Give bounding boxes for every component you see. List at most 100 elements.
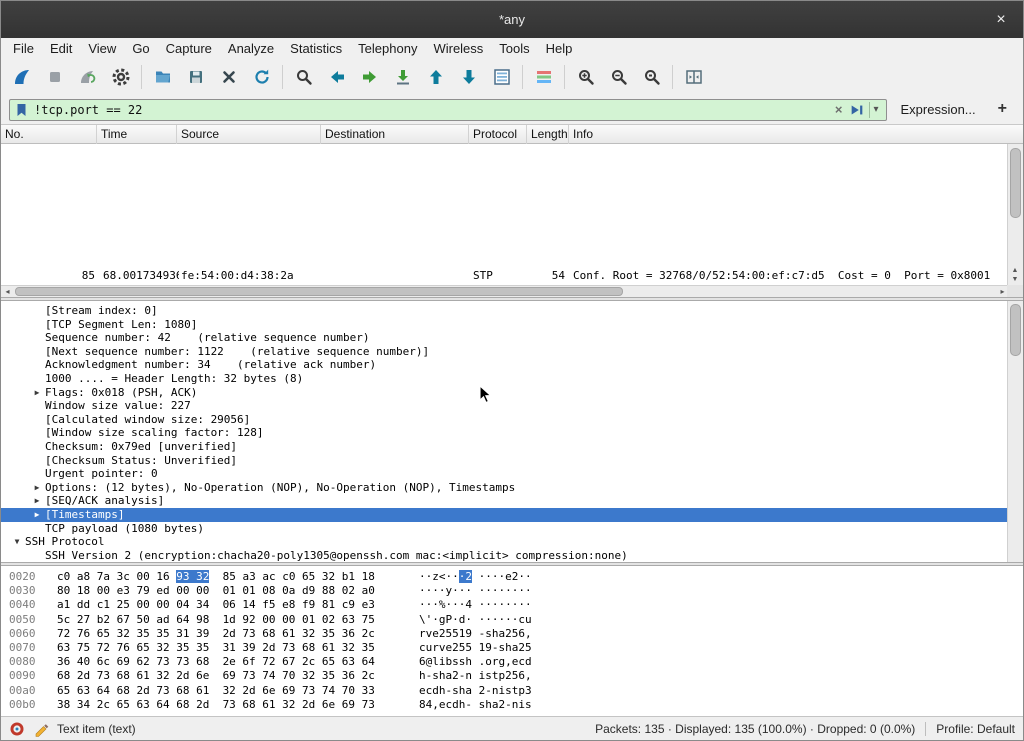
filter-history-icon[interactable]: ▾ <box>869 102 881 118</box>
capture-options-button[interactable] <box>104 62 137 92</box>
expression-button[interactable]: Expression... <box>895 102 982 117</box>
stop-capture-button[interactable] <box>38 62 71 92</box>
packet-list-horizontal-scrollbar[interactable]: ◂ ▸ <box>1 285 1009 297</box>
expand-icon[interactable]: ▶ <box>29 494 45 508</box>
detail-row[interactable]: [Checksum Status: Unverified] <box>1 454 1024 468</box>
find-packet-button[interactable] <box>287 62 320 92</box>
resize-columns-button[interactable] <box>677 62 710 92</box>
menu-statistics[interactable]: Statistics <box>282 38 350 59</box>
scroll-left-icon[interactable]: ◂ <box>1 286 14 297</box>
open-capture-file-button[interactable] <box>146 62 179 92</box>
colorize-icon <box>534 67 554 87</box>
hex-row[interactable]: 00a065 63 64 68 2d 73 68 61 32 2d 6e 69 … <box>9 684 1024 698</box>
detail-row[interactable]: TCP payload (1080 bytes) <box>1 522 1024 536</box>
filter-value[interactable]: !tcp.port == 22 <box>34 103 828 117</box>
hex-row[interactable]: 009068 2d 73 68 61 32 2d 6e 69 73 74 70 … <box>9 669 1024 683</box>
menu-capture[interactable]: Capture <box>158 38 220 59</box>
packet-list-vertical-scrollbar[interactable]: ▲▼ <box>1007 144 1023 285</box>
menu-analyze[interactable]: Analyze <box>220 38 282 59</box>
profile-button[interactable]: Profile: Default <box>936 722 1015 736</box>
filter-clear-icon[interactable]: × <box>832 102 846 117</box>
filter-bookmark-icon[interactable] <box>14 102 30 118</box>
save-capture-file-button[interactable] <box>179 62 212 92</box>
go-forward-button[interactable] <box>353 62 386 92</box>
detail-row-ssh-version[interactable]: SSH Version 2 (encryption:chacha20-poly1… <box>1 549 1024 562</box>
detail-row[interactable]: Sequence number: 42 (relative sequence n… <box>1 331 1024 345</box>
go-back-button[interactable] <box>320 62 353 92</box>
start-capture-button[interactable] <box>5 62 38 92</box>
detail-row-seq-ack[interactable]: ▶[SEQ/ACK analysis] <box>1 494 1024 508</box>
scroll-arrows[interactable]: ▲▼ <box>1008 266 1022 284</box>
arrow-to-line-icon <box>393 67 413 87</box>
expand-icon[interactable]: ▶ <box>29 508 45 522</box>
zoom-out-button[interactable] <box>602 62 635 92</box>
hex-row[interactable]: 008036 40 6c 69 62 73 73 68 2e 6f 72 67 … <box>9 655 1024 669</box>
title-bar[interactable]: *any × <box>1 1 1023 38</box>
menu-help[interactable]: Help <box>538 38 581 59</box>
column-time[interactable]: Time <box>97 125 177 144</box>
vertical-scroll-thumb[interactable] <box>1010 304 1021 356</box>
hex-row[interactable]: 00b038 34 2c 65 63 64 68 2d 73 68 61 32 … <box>9 698 1024 712</box>
menu-tools[interactable]: Tools <box>491 38 537 59</box>
horizontal-scroll-thumb[interactable] <box>15 287 623 296</box>
detail-row[interactable]: [Next sequence number: 1122 (relative se… <box>1 345 1024 359</box>
vertical-scroll-thumb[interactable] <box>1010 148 1021 218</box>
add-filter-button[interactable]: + <box>990 100 1015 120</box>
column-length[interactable]: Length <box>527 125 569 144</box>
hex-row[interactable]: 0020c0 a8 7a 3c 00 16 93 32 85 a3 ac c0 … <box>9 570 1024 584</box>
collapse-icon[interactable]: ▼ <box>9 535 25 549</box>
menu-file[interactable]: File <box>5 38 42 59</box>
packet-row-85[interactable]: 8568.001734936fe:54:00:d4:38:2aSTP54Conf… <box>1 269 1009 283</box>
go-last-packet-button[interactable] <box>452 62 485 92</box>
column-protocol[interactable]: Protocol <box>469 125 527 144</box>
main-toolbar <box>1 59 1023 95</box>
expand-icon[interactable]: ▶ <box>29 386 45 400</box>
detail-row[interactable]: Window size value: 227 <box>1 399 1024 413</box>
column-no[interactable]: No. <box>1 125 97 144</box>
arrow-down-icon <box>459 67 479 87</box>
go-to-packet-button[interactable] <box>386 62 419 92</box>
detail-row[interactable]: [TCP Segment Len: 1080] <box>1 318 1024 332</box>
detail-row-ssh-protocol[interactable]: ▼SSH Protocol <box>1 535 1024 549</box>
detail-row-flags[interactable]: ▶Flags: 0x018 (PSH, ACK) <box>1 386 1024 400</box>
menu-view[interactable]: View <box>80 38 124 59</box>
zoom-in-icon <box>576 67 596 87</box>
menu-go[interactable]: Go <box>124 38 157 59</box>
detail-row[interactable]: [Stream index: 0] <box>1 304 1024 318</box>
column-destination[interactable]: Destination <box>321 125 469 144</box>
detail-row[interactable]: 1000 .... = Header Length: 32 bytes (8) <box>1 372 1024 386</box>
filter-apply-icon[interactable] <box>849 103 865 117</box>
stop-square-icon <box>45 67 65 87</box>
detail-row[interactable]: [Window size scaling factor: 128] <box>1 426 1024 440</box>
detail-row-options[interactable]: ▶Options: (12 bytes), No-Operation (NOP)… <box>1 481 1024 495</box>
expert-info-icon[interactable] <box>9 721 25 737</box>
detail-row[interactable]: Acknowledgment number: 34 (relative ack … <box>1 358 1024 372</box>
detail-row-timestamps-selected[interactable]: ▶[Timestamps] <box>1 508 1024 522</box>
menu-wireless[interactable]: Wireless <box>425 38 491 59</box>
hex-row[interactable]: 007063 75 72 76 65 32 35 35 31 39 2d 73 … <box>9 641 1024 655</box>
detail-row[interactable]: Urgent pointer: 0 <box>1 467 1024 481</box>
capture-comment-pencil-icon[interactable] <box>33 721 49 737</box>
hex-row[interactable]: 00505c 27 b2 67 50 ad 64 98 1d 92 00 00 … <box>9 613 1024 627</box>
restart-capture-button[interactable] <box>71 62 104 92</box>
column-source[interactable]: Source <box>177 125 321 144</box>
menu-telephony[interactable]: Telephony <box>350 38 425 59</box>
close-icon[interactable]: × <box>991 10 1011 30</box>
go-first-packet-button[interactable] <box>419 62 452 92</box>
details-vertical-scrollbar[interactable] <box>1007 301 1023 562</box>
auto-scroll-button[interactable] <box>485 62 518 92</box>
reload-file-button[interactable] <box>245 62 278 92</box>
expand-icon[interactable]: ▶ <box>29 481 45 495</box>
detail-row[interactable]: Checksum: 0x79ed [unverified] <box>1 440 1024 454</box>
hex-row[interactable]: 006072 76 65 32 35 35 31 39 2d 73 68 61 … <box>9 627 1024 641</box>
zoom-100-button[interactable] <box>635 62 668 92</box>
colorize-packets-button[interactable] <box>527 62 560 92</box>
zoom-in-button[interactable] <box>569 62 602 92</box>
detail-row[interactable]: [Calculated window size: 29056] <box>1 413 1024 427</box>
column-info[interactable]: Info <box>569 125 1024 144</box>
hex-row[interactable]: 003080 18 00 e3 79 ed 00 00 01 01 08 0a … <box>9 584 1024 598</box>
hex-row[interactable]: 0040a1 dd c1 25 00 00 04 34 06 14 f5 e8 … <box>9 598 1024 612</box>
menu-edit[interactable]: Edit <box>42 38 80 59</box>
display-filter-input[interactable]: !tcp.port == 22 × ▾ <box>9 99 887 121</box>
close-capture-file-button[interactable] <box>212 62 245 92</box>
